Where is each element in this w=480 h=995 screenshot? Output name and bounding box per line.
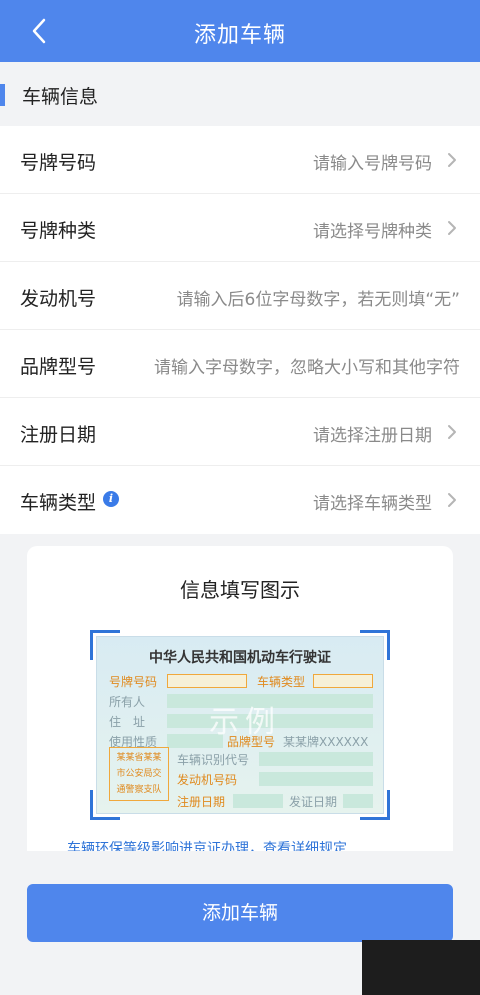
section-header-vehicle-info: 车辆信息 <box>0 62 480 126</box>
license-address-label: 住 址 <box>109 715 146 729</box>
stamp-line: 市公安局交 <box>116 769 162 779</box>
stamp-line: 某某省某某 <box>116 753 162 763</box>
register-date-label: 注册日期 <box>20 424 97 446</box>
license-register-box <box>233 794 283 808</box>
app-header: 添加车辆 <box>0 0 480 62</box>
section-title: 车辆信息 <box>22 86 99 108</box>
register-date-select[interactable]: 请选择注册日期 <box>313 421 432 446</box>
license-owner-label: 所有人 <box>109 695 146 709</box>
engine-number-row[interactable]: 发动机号 请输入后6位字母数字，若无则填“无” <box>0 262 480 330</box>
brand-model-label: 品牌型号 <box>20 356 97 378</box>
overlay-shadow <box>362 940 480 995</box>
register-date-row[interactable]: 注册日期 请选择注册日期 <box>0 398 480 466</box>
plate-type-label: 号牌种类 <box>20 220 97 242</box>
sample-watermark: 示例 <box>209 705 281 740</box>
license-vin-box <box>259 752 373 766</box>
plate-type-row[interactable]: 号牌种类 请选择号牌种类 <box>0 194 480 262</box>
brand-model-input[interactable]: 请输入字母数字，忽略大小写和其他字符 <box>154 353 460 378</box>
illustration-title: 信息填写图示 <box>180 578 300 602</box>
chevron-right-icon <box>448 493 456 507</box>
frame-corner <box>360 790 390 820</box>
license-vin-label: 车辆识别代号 <box>177 753 250 767</box>
chevron-right-icon <box>448 221 456 235</box>
plate-number-row[interactable]: 号牌号码 请输入号牌号码 <box>0 126 480 194</box>
driving-license-image: 中华人民共和国机动车行驶证 号牌号码 车辆类型 所有人 住 址 使用性质 品牌型… <box>96 636 384 814</box>
license-vehicle-type-label: 车辆类型 <box>257 675 306 689</box>
vehicle-form: 号牌号码 请输入号牌号码 号牌种类 请选择号牌种类 发动机号 请输入后6位字母数… <box>0 126 480 534</box>
emission-notice-link[interactable]: 车辆环保等级影响进京证办理，查看详细规定 <box>67 838 347 851</box>
license-plate-box <box>167 674 247 688</box>
frame-corner <box>90 630 120 660</box>
chevron-right-icon <box>448 153 456 167</box>
section-accent-bar <box>0 84 5 106</box>
frame-corner <box>360 630 390 660</box>
license-issue-label: 发证日期 <box>289 795 338 809</box>
engine-number-input[interactable]: 请输入后6位字母数字，若无则填“无” <box>177 285 460 310</box>
vehicle-type-label: 车辆类型 <box>20 492 97 514</box>
plate-number-input[interactable]: 请输入号牌号码 <box>313 149 432 174</box>
plate-type-select[interactable]: 请选择号牌种类 <box>313 217 432 242</box>
license-vehicle-type-box <box>313 674 373 688</box>
license-plate-label: 号牌号码 <box>109 675 158 689</box>
license-illustration: 中华人民共和国机动车行驶证 号牌号码 车辆类型 所有人 住 址 使用性质 品牌型… <box>90 630 390 820</box>
vehicle-type-select[interactable]: 请选择车辆类型 <box>313 489 432 514</box>
license-register-label: 注册日期 <box>177 795 226 809</box>
add-vehicle-button[interactable]: 添加车辆 <box>27 884 453 942</box>
info-icon[interactable]: i <box>103 491 119 507</box>
engine-number-label: 发动机号 <box>20 288 97 310</box>
illustration-card: 信息填写图示 中华人民共和国机动车行驶证 号牌号码 车辆类型 所有人 住 址 使… <box>27 546 453 851</box>
vehicle-type-row[interactable]: 车辆类型 i 请选择车辆类型 <box>0 466 480 534</box>
plate-number-label: 号牌号码 <box>20 152 97 174</box>
page-title: 添加车辆 <box>193 23 286 48</box>
chevron-right-icon <box>448 425 456 439</box>
brand-model-row[interactable]: 品牌型号 请输入字母数字，忽略大小写和其他字符 <box>0 330 480 398</box>
license-engine-label: 发动机号码 <box>177 773 238 787</box>
license-brand-value: 某某牌XXXXXX <box>283 735 369 749</box>
license-title: 中华人民共和国机动车行驶证 <box>149 650 331 666</box>
frame-corner <box>90 790 120 820</box>
license-engine-box <box>259 772 373 786</box>
